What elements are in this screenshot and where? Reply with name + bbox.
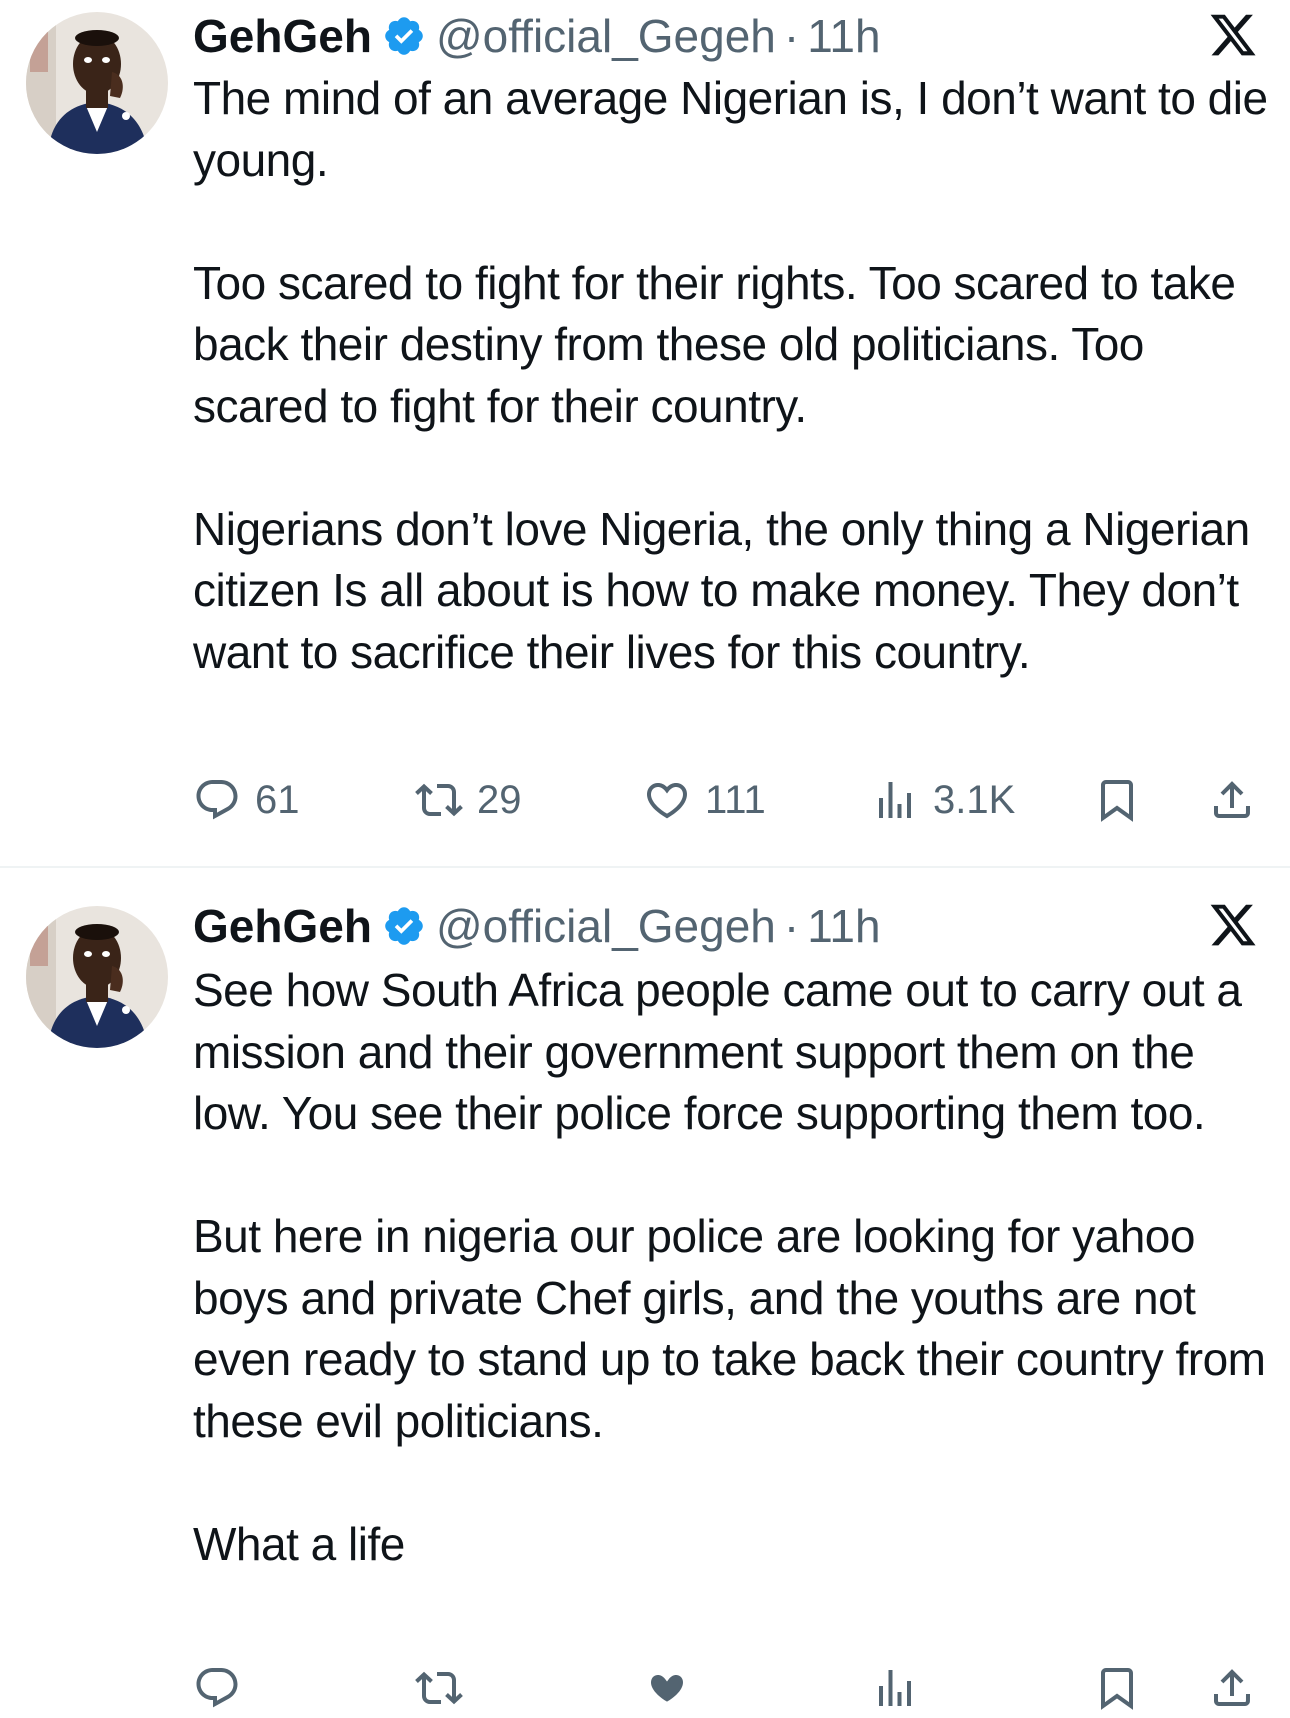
tweet-text: See how South Africa people came out to …: [193, 960, 1273, 1575]
x-logo-icon: [1207, 10, 1259, 60]
bookmark-icon: [1093, 776, 1141, 824]
reply-count: 61: [255, 777, 300, 822]
avatar-photo: [26, 906, 168, 1048]
share-button[interactable]: [1208, 770, 1256, 830]
timestamp[interactable]: 11h: [807, 9, 880, 63]
tweet-header: GehGeh @official_Gegeh · 11h: [193, 6, 881, 66]
views-count: 3.1K: [933, 777, 1016, 822]
author-handle[interactable]: @official_Gegeh: [436, 899, 776, 953]
tweet-paragraph: The mind of an average Nigerian is, I do…: [193, 72, 1268, 186]
tweet-header: GehGeh @official_Gegeh · 11h: [193, 896, 881, 956]
repost-count: 29: [477, 777, 522, 822]
bookmark-icon: [1093, 1664, 1141, 1712]
repost-icon: [415, 776, 463, 824]
share-icon: [1208, 776, 1256, 824]
tweet-paragraph: But here in nigeria our police are looki…: [193, 1210, 1266, 1447]
action-bar: [193, 1658, 1273, 1718]
views-chart-icon: [871, 1664, 919, 1712]
verified-badge-icon: [382, 904, 426, 948]
tweet-paragraph: Too scared to fight for their rights. To…: [193, 256, 1236, 432]
avatar[interactable]: [26, 12, 168, 154]
tweet-paragraph: What a life: [193, 1517, 405, 1570]
author-handle[interactable]: @official_Gegeh: [436, 9, 776, 63]
tweet-text: The mind of an average Nigerian is, I do…: [193, 68, 1273, 683]
heart-icon: [643, 1664, 691, 1712]
bookmark-button[interactable]: [1093, 1658, 1141, 1718]
separator-dot: ·: [783, 10, 800, 62]
x-logo-icon: [1207, 900, 1259, 950]
tweet-paragraph: See how South Africa people came out to …: [193, 964, 1242, 1139]
share-icon: [1208, 1664, 1256, 1712]
like-button[interactable]: 111: [643, 770, 766, 830]
like-button[interactable]: [643, 1658, 691, 1718]
views-chart-icon: [871, 776, 919, 824]
reply-icon: [193, 1664, 241, 1712]
author-name[interactable]: GehGeh: [193, 9, 372, 63]
repost-icon: [415, 1664, 463, 1712]
reply-button[interactable]: [193, 1658, 241, 1718]
verified-badge-icon: [382, 14, 426, 58]
reply-button[interactable]: 61: [193, 770, 300, 830]
tweet-card[interactable]: GehGeh @official_Gegeh · 11h The mind of…: [0, 0, 1290, 866]
bookmark-button[interactable]: [1093, 770, 1141, 830]
repost-button[interactable]: 29: [415, 770, 522, 830]
tweet-paragraph: Nigerians don’t love Nigeria, the only t…: [193, 502, 1250, 678]
heart-icon: [643, 776, 691, 824]
like-count: 111: [705, 777, 766, 822]
views-button[interactable]: 3.1K: [871, 770, 1015, 830]
avatar-photo: [26, 12, 168, 154]
reply-icon: [193, 776, 241, 824]
tweet-card[interactable]: GehGeh @official_Gegeh · 11h See how Sou…: [0, 868, 1290, 1710]
views-button[interactable]: [871, 1658, 919, 1718]
author-name[interactable]: GehGeh: [193, 899, 372, 953]
repost-button[interactable]: [415, 1658, 463, 1718]
separator-dot: ·: [783, 900, 800, 952]
avatar[interactable]: [26, 906, 168, 1048]
action-bar: 61 29 111 3.1K: [193, 770, 1273, 830]
share-button[interactable]: [1208, 1658, 1256, 1718]
timestamp[interactable]: 11h: [807, 899, 880, 953]
